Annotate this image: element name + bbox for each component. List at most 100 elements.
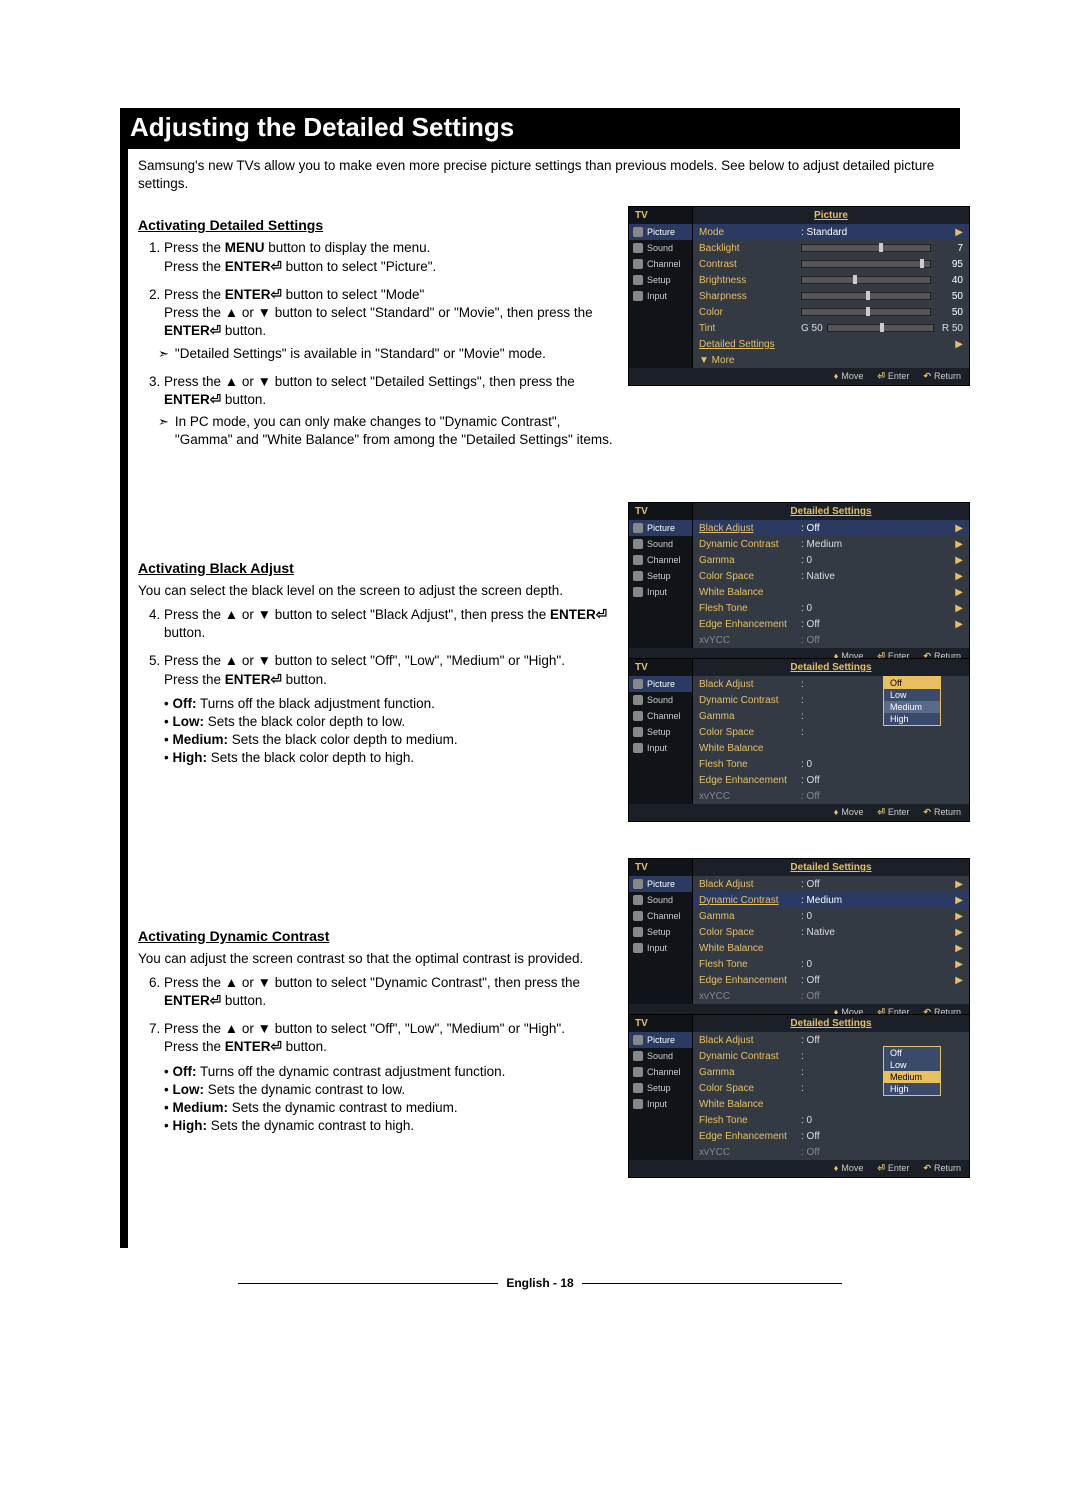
osd-side-picture: Picture [629,1032,692,1048]
l: Black Adjust [699,523,801,534]
channel-icon [633,1067,643,1077]
kw-menu: MENU [225,240,265,255]
sound-icon [633,895,643,905]
osd-title: Picture [693,207,969,224]
t: Press the ▲ or ▼ button to select "Stand… [164,305,593,320]
osd-main: Black Adjust: Off Dynamic Contrast: Gamm… [693,1032,969,1160]
l: xvYCC [699,1147,801,1158]
v: 50 [935,307,963,318]
osd-title: Detailed Settings [693,503,969,520]
section-c-body: You can adjust the screen contrast so th… [138,950,618,1136]
l: Picture [647,879,675,889]
l: Setup [647,571,671,581]
input-icon [633,587,643,597]
triangle-right-icon: ▶ [955,943,963,954]
l: Setup [647,727,671,737]
l: Color Space [699,927,801,938]
l: Edge Enhancement [699,975,801,986]
t: Press the ▲ or ▼ button to select "Off",… [164,1021,565,1036]
osd-picture-menu: TV Picture Picture Sound Channel Setup I… [628,206,970,386]
setup-icon [633,571,643,581]
osd-side-channel: Channel [629,1064,692,1080]
v: : 0 [801,911,861,922]
row-flesh-tone: Flesh Tone: 0▶ [693,600,969,616]
page-number: English - 18 [506,1276,573,1290]
l: Gamma [699,1067,801,1078]
bt: Sets the dynamic contrast to medium. [228,1100,458,1115]
l: Picture [647,227,675,237]
foot-move: ♦Move [834,1163,864,1174]
row-backlight: Backlight7 [693,240,969,256]
l: Edge Enhancement [699,1131,801,1142]
bl: High: [172,750,207,765]
foot-return: ↶Return [923,807,961,818]
osd-footer: ♦Move ⏎Enter ↶Return [629,804,969,821]
picture-icon [633,523,643,533]
osd-sidebar: Picture Sound Channel Setup Input [629,876,693,1004]
l: Channel [647,555,681,565]
l: Input [647,743,667,753]
picture-icon [633,679,643,689]
l: xvYCC [699,991,801,1002]
osd-side-channel: Channel [629,552,692,568]
bt: Turns off the dynamic contrast adjustmen… [196,1064,505,1079]
l: Sharpness [699,291,801,302]
v: : Off [801,791,861,802]
osd-side-channel: Channel [629,708,692,724]
foot-enter: ⏎Enter [877,1163,909,1174]
triangle-right-icon: ▶ [955,975,963,986]
v: : Native [801,927,861,938]
v: : Off [801,635,861,646]
row-detailed: Detailed Settings▶ [693,336,969,352]
osd-side-picture: Picture [629,876,692,892]
foot-return: ↶Return [923,1163,961,1174]
osd-side-setup: Setup [629,1080,692,1096]
picture-icon [633,1035,643,1045]
l: Flesh Tone [699,603,801,614]
opt-medium: Medium [884,1071,940,1083]
osd-sidebar: Picture Sound Channel Setup Input [629,676,693,804]
l: White Balance [699,743,801,754]
foot-move: ♦Move [834,371,864,382]
t: Enter [888,1163,910,1173]
v: : Medium [801,539,861,550]
t: Press the ▲ or ▼ button to select "Black… [164,607,550,622]
l: Sound [647,539,673,549]
step-2: Press the ENTER⏎ button to select "Mode"… [164,286,618,363]
l: Dynamic Contrast [699,539,801,550]
t: Return [934,1163,961,1173]
row-edge: Edge Enhancement: Off [693,772,969,788]
sound-icon [633,695,643,705]
t: button. [221,323,266,338]
slider [801,260,931,268]
channel-icon [633,711,643,721]
note: "Detailed Settings" is available in "Sta… [175,345,546,363]
v: : 0 [801,1115,861,1126]
row-white-balance: White Balance▶ [693,584,969,600]
row-color-space: Color Space: Native▶ [693,924,969,940]
page-title: Adjusting the Detailed Settings [130,112,950,143]
osd-side-picture: Picture [629,224,692,240]
v: : Standard [801,227,861,238]
row-color-space: Color Space: [693,724,969,740]
l: Flesh Tone [699,1115,801,1126]
osd-sidebar: Picture Sound Channel Setup Input [629,1032,693,1160]
t: Press the ▲ or ▼ button to select "Detai… [164,374,575,389]
slider [801,276,931,284]
bullet: Medium: Sets the dynamic contrast to med… [164,1099,618,1117]
row-color-space: Color Space: Native▶ [693,568,969,584]
bt: Sets the black color depth to high. [207,750,414,765]
osd-side-setup: Setup [629,568,692,584]
kw-enter: ENTER⏎ [164,323,221,338]
l: Flesh Tone [699,759,801,770]
osd-title: Detailed Settings [693,659,969,676]
osd-detailed-settings-1: TVDetailed Settings Picture Sound Channe… [628,502,970,666]
osd-title: Detailed Settings [693,859,969,876]
row-more: ▼ More [693,352,969,368]
l: Edge Enhancement [699,619,801,630]
l: Channel [647,911,681,921]
l: xvYCC [699,791,801,802]
section-b-body: You can select the black level on the sc… [138,582,618,768]
v: : Native [801,571,861,582]
t: button. [164,625,205,640]
